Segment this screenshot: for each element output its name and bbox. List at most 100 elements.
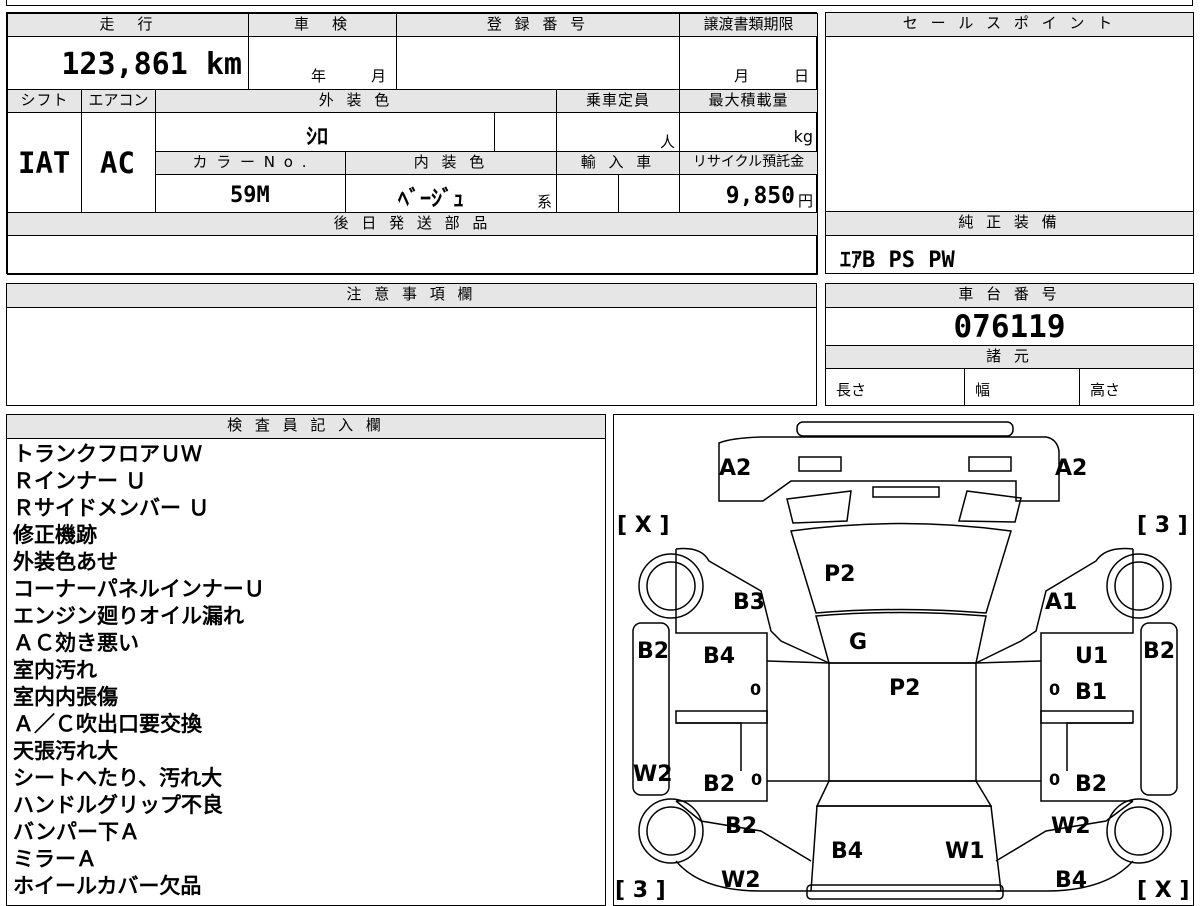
- label-b1: B1: [1075, 680, 1107, 705]
- max-load-value-cell: kg: [679, 112, 818, 152]
- shift-value: IAT: [18, 146, 71, 180]
- ext-color-header: 外 装 色: [155, 89, 557, 113]
- note-line: シートへたり、汚れ大: [13, 766, 223, 790]
- note-line: ホイールカバー欠品: [13, 874, 202, 898]
- label-b2-left-lower: B2: [703, 772, 735, 797]
- int-color-suffix: 系: [536, 193, 552, 211]
- inspector-notes-list: トランクフロアＵＷ Ｒインナー Ｕ Ｒサイドメンバー Ｕ 修正機跡 外装色あせ …: [13, 441, 265, 900]
- sales-point-block: セ ー ル ス ポ イ ン ト: [825, 12, 1194, 212]
- mileage-value-cell: 123,861 km: [7, 36, 249, 90]
- sales-point-header: セ ー ル ス ポ イ ン ト: [825, 12, 1194, 37]
- color-no-value: 59M: [230, 183, 270, 208]
- recycle-value: 9,850: [725, 183, 795, 209]
- ext-color-value: ｼﾛ: [306, 125, 329, 150]
- note-line: 室内汚れ: [13, 658, 97, 682]
- label-3-bottom: [ 3 ]: [615, 878, 666, 903]
- caution-header: 注 意 事 項 欄: [6, 283, 817, 308]
- note-line: ＡＣ効き悪い: [13, 631, 139, 655]
- chassis-header: 車 台 番 号: [825, 283, 1194, 308]
- chassis-block: 車 台 番 号 076119 諸 元 長さ 幅 高さ: [825, 283, 1194, 406]
- shaken-header: 車 検: [248, 13, 397, 37]
- label-x-bottom: [ X ]: [1137, 878, 1189, 903]
- ac-header: エアコン: [81, 89, 156, 113]
- registration-header: 登 録 番 号: [396, 13, 680, 37]
- label-zero-2: 0: [1049, 680, 1060, 699]
- label-b4-right-bottom: B4: [1055, 868, 1087, 893]
- equipment-header: 純 正 装 備: [825, 211, 1194, 236]
- label-p2-center: P2: [889, 676, 920, 701]
- spec-length-cell: 長さ: [825, 368, 965, 406]
- recycle-unit: 円: [797, 192, 813, 210]
- note-line: 室内内張傷: [13, 685, 118, 709]
- color-no-header: カ ラ ー N o .: [155, 151, 346, 175]
- import-value-cell-1: [556, 174, 619, 213]
- inspector-notes-block: 検 査 員 記 入 欄 トランクフロアＵＷ Ｒインナー Ｕ Ｒサイドメンバー Ｕ…: [6, 414, 606, 906]
- label-b2-right-side: B2: [1143, 639, 1175, 664]
- main-info-block: 走 行 車 検 登 録 番 号 譲渡書類期限 123,861 km 年 月 月 …: [6, 12, 818, 275]
- later-parts-header: 後 日 発 送 部 品: [7, 212, 818, 236]
- label-b2-left-bottom: B2: [725, 814, 757, 839]
- shaken-year-unit: 年: [311, 67, 327, 85]
- note-line: ミラーＡ: [13, 847, 97, 871]
- spec-height-cell: 高さ: [1079, 368, 1194, 406]
- note-line: ハンドルグリップ不良: [13, 793, 223, 817]
- max-load-unit: kg: [793, 127, 813, 146]
- capacity-header: 乗車定員: [556, 89, 680, 113]
- specs-header: 諸 元: [825, 345, 1194, 369]
- label-3-top: [ 3 ]: [1137, 513, 1188, 538]
- shaken-month-unit: 月: [371, 67, 387, 85]
- note-line: 修正機跡: [13, 523, 97, 547]
- label-a1: A1: [1045, 590, 1077, 615]
- damage-diagram-block: A2 A2 [ X ] [ 3 ] P2 B3 A1 G B2 B2 B4 U1…: [613, 414, 1194, 906]
- label-w2-left-bottom: W2: [721, 868, 761, 893]
- label-b4-bottom: B4: [831, 839, 863, 864]
- later-parts-body: [7, 235, 818, 275]
- import-value-cell-2: [618, 174, 680, 213]
- shaken-value-cell: 年 月: [248, 36, 397, 90]
- spec-length-label: 長さ: [836, 381, 867, 399]
- top-stub-row: [6, 0, 1193, 6]
- shift-value-cell: IAT: [7, 112, 82, 213]
- inspector-notes-header: 検 査 員 記 入 欄: [6, 414, 606, 439]
- transfer-day-unit: 日: [794, 67, 810, 85]
- label-g: G: [849, 630, 867, 655]
- ext-color-value-cell: ｼﾛ: [155, 112, 495, 152]
- spec-width-cell: 幅: [964, 368, 1080, 406]
- label-p2-top: P2: [824, 562, 855, 587]
- label-w1: W1: [945, 839, 985, 864]
- label-b2-left-side: B2: [637, 639, 669, 664]
- label-zero-1: 0: [750, 680, 761, 699]
- ac-value: AC: [100, 146, 135, 180]
- label-zero-3: 0: [751, 770, 762, 789]
- ext-color-extra-cell: [494, 112, 557, 152]
- label-x-top: [ X ]: [617, 513, 669, 538]
- max-load-header: 最大積載量: [679, 89, 818, 113]
- label-a2-right: A2: [1055, 456, 1087, 481]
- import-header: 輸 入 車: [556, 151, 680, 175]
- label-b3: B3: [733, 590, 765, 615]
- note-line: トランクフロアＵＷ: [13, 442, 202, 466]
- label-a2-left: A2: [719, 456, 751, 481]
- label-zero-4: 0: [1049, 770, 1060, 789]
- note-line: コーナーパネルインナーＵ: [13, 577, 265, 601]
- spec-width-label: 幅: [975, 381, 991, 399]
- label-b4-left: B4: [703, 644, 735, 669]
- registration-value-cell: [396, 36, 680, 90]
- label-u1: U1: [1075, 644, 1108, 669]
- chassis-number: 076119: [953, 309, 1066, 345]
- label-b2-right-lower: B2: [1075, 772, 1107, 797]
- capacity-unit: 人: [659, 133, 675, 151]
- spec-height-label: 高さ: [1090, 381, 1121, 399]
- mileage-header: 走 行: [7, 13, 249, 37]
- note-line: Ｒサイドメンバー Ｕ: [13, 496, 210, 520]
- recycle-header: リサイクル預託金: [679, 151, 818, 175]
- label-w2-left-side: W2: [633, 762, 673, 787]
- note-line: エンジン廻りオイル漏れ: [13, 604, 244, 628]
- transfer-month-unit: 月: [734, 67, 750, 85]
- equipment-block: 純 正 装 備 ｴｱB PS PW: [825, 211, 1194, 274]
- shift-header: シフト: [7, 89, 82, 113]
- transfer-deadline-header: 譲渡書類期限: [679, 13, 818, 37]
- note-line: 外装色あせ: [13, 550, 118, 574]
- note-line: バンパー下Ａ: [13, 820, 141, 844]
- capacity-value-cell: 人: [556, 112, 680, 152]
